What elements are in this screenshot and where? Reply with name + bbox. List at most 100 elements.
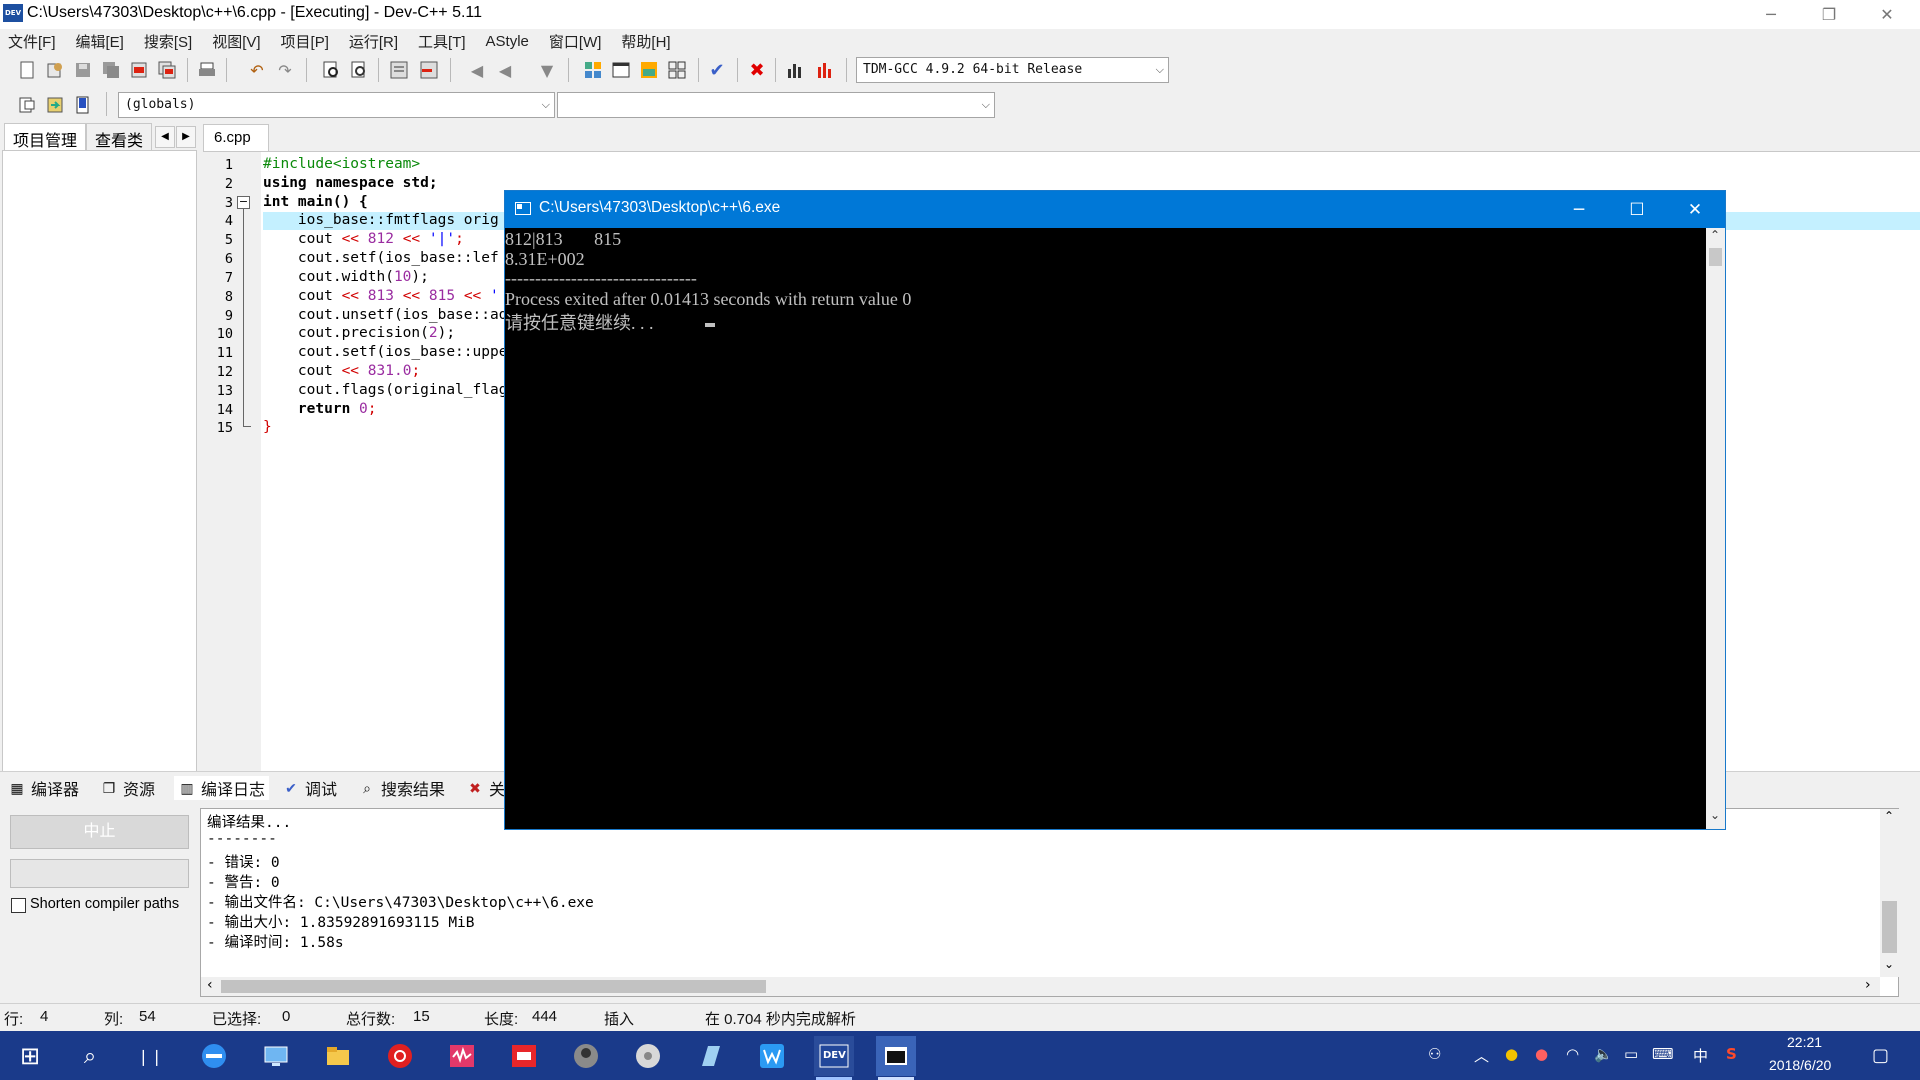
notes-icon[interactable] <box>690 1036 730 1076</box>
restore-button[interactable]: ❐ <box>1800 0 1858 29</box>
console-scrollbar[interactable]: ⌃ ⌄ <box>1706 228 1725 829</box>
save-icon[interactable] <box>72 59 94 81</box>
insert-icon[interactable] <box>16 94 38 116</box>
console-close-button[interactable]: ✕ <box>1666 191 1724 228</box>
log-vertical-scrollbar[interactable]: ⌃ ⌄ <box>1880 809 1899 977</box>
stop-execution-icon[interactable]: ✖ <box>746 59 768 81</box>
project-tree[interactable] <box>2 150 197 772</box>
syntax-check-icon[interactable]: ✔ <box>706 59 728 81</box>
ime-indicator[interactable]: 中 <box>1693 1045 1708 1066</box>
menu-tools[interactable]: 工具[T] <box>418 31 466 52</box>
tab-project-manager[interactable]: 项目管理 <box>4 123 87 151</box>
word-icon[interactable] <box>752 1036 792 1076</box>
chart-icon[interactable] <box>784 59 806 81</box>
menu-view[interactable]: 视图[V] <box>212 31 260 52</box>
tab-compiler[interactable]: ▦ 编译器 <box>8 776 79 800</box>
minimize-button[interactable]: ─ <box>1742 0 1800 29</box>
console-minimize-button[interactable]: ─ <box>1550 191 1608 228</box>
edge-icon[interactable] <box>194 1036 234 1076</box>
console-maximize-button[interactable]: ☐ <box>1608 191 1666 228</box>
log-vertical-scroll-thumb[interactable] <box>1882 901 1897 953</box>
tab-class-browser[interactable]: 查看类 <box>86 123 153 151</box>
tab-close[interactable]: ✖ 关 <box>466 776 505 800</box>
folder-icon[interactable] <box>318 1036 358 1076</box>
menu-astyle[interactable]: AStyle <box>486 33 529 50</box>
new-file-icon[interactable] <box>16 59 38 81</box>
show-hidden-icons-chevron-icon[interactable]: ︿ <box>1474 1045 1489 1066</box>
scroll-down-icon[interactable]: ⌄ <box>1710 808 1720 822</box>
battery-icon[interactable]: ▭ <box>1624 1045 1638 1063</box>
function-select[interactable]: ⌵ <box>557 92 995 118</box>
scope-select[interactable]: (globals) ⌵ <box>118 92 555 118</box>
log-horizontal-scrollbar[interactable]: ‹ › <box>201 977 1880 996</box>
goto-bookmark-icon[interactable] <box>72 94 94 116</box>
people-icon[interactable]: ⚇ <box>1428 1045 1441 1063</box>
toggle-bookmark-icon[interactable] <box>44 94 66 116</box>
audio-editor-icon[interactable] <box>442 1036 482 1076</box>
scroll-left-icon[interactable]: ‹ <box>207 977 213 993</box>
profile-icon[interactable] <box>814 59 836 81</box>
bookmark-forward-icon[interactable]: ◀ <box>494 59 516 81</box>
fold-toggle-icon[interactable]: − <box>237 196 250 209</box>
qq-secondary-icon[interactable]: ● <box>1535 1045 1548 1063</box>
computer-icon[interactable] <box>256 1036 296 1076</box>
scroll-up-icon[interactable]: ⌃ <box>1884 809 1894 823</box>
window-icon[interactable] <box>610 59 632 81</box>
menu-run[interactable]: 运行[R] <box>349 31 398 52</box>
clock-time[interactable]: 22:21 <box>1787 1034 1822 1050</box>
compiler-select[interactable]: TDM-GCC 4.9.2 64-bit Release ⌵ <box>856 57 1169 83</box>
project-new-icon[interactable] <box>582 59 604 81</box>
search-icon[interactable]: ⌕ <box>70 1036 110 1076</box>
keyboard-icon[interactable]: ⌨ <box>1652 1045 1674 1063</box>
close-all-icon[interactable] <box>156 59 178 81</box>
console-icon[interactable] <box>876 1036 916 1076</box>
tab-resources[interactable]: ❐ 资源 <box>100 776 155 800</box>
wifi-icon[interactable]: ◠ <box>1566 1045 1579 1063</box>
log-horizontal-scroll-thumb[interactable] <box>221 980 766 993</box>
bookmark-back-icon[interactable]: ◀ <box>466 59 488 81</box>
tab-scroll-right-button[interactable]: ▶ <box>176 126 196 148</box>
start-button-icon[interactable]: ⊞ <box>10 1036 50 1076</box>
grid-icon[interactable] <box>666 59 688 81</box>
netease-music-icon[interactable] <box>380 1036 420 1076</box>
close-button[interactable]: ✕ <box>1858 0 1916 29</box>
shorten-compiler-paths-checkbox[interactable] <box>11 898 26 913</box>
task-view-icon[interactable]: ❘❘ <box>130 1036 170 1076</box>
tab-scroll-left-button[interactable]: ◀ <box>155 126 175 148</box>
menu-window[interactable]: 窗口[W] <box>549 31 602 52</box>
avatar-icon[interactable] <box>566 1036 606 1076</box>
close-file-icon[interactable] <box>128 59 150 81</box>
undo-icon[interactable]: ↶ <box>246 59 268 81</box>
replace-icon[interactable] <box>348 59 370 81</box>
menu-file[interactable]: 文件[F] <box>8 31 56 52</box>
redo-icon[interactable]: ↷ <box>274 59 296 81</box>
find-icon[interactable] <box>320 59 342 81</box>
layout-icon[interactable] <box>638 59 660 81</box>
menu-edit[interactable]: 编辑[E] <box>76 31 124 52</box>
open-file-icon[interactable] <box>44 59 66 81</box>
tab-debug[interactable]: ✔ 调试 <box>282 776 337 800</box>
indent-icon[interactable] <box>388 59 410 81</box>
clock-date[interactable]: 2018/6/20 <box>1769 1057 1831 1073</box>
abort-compilation-button[interactable]: 中止 <box>10 815 189 849</box>
qq-icon[interactable]: ● <box>1505 1045 1518 1063</box>
print-icon[interactable] <box>196 59 218 81</box>
scroll-up-icon[interactable]: ⌃ <box>1710 228 1720 242</box>
volume-icon[interactable]: 🔈 <box>1594 1045 1613 1063</box>
devcpp-icon[interactable]: DEV <box>814 1036 854 1076</box>
save-all-icon[interactable] <box>100 59 122 81</box>
disc-icon[interactable] <box>628 1036 668 1076</box>
notification-center-icon[interactable]: ▢ <box>1872 1045 1889 1066</box>
tab-6cpp[interactable]: 6.cpp <box>203 124 269 151</box>
youdao-icon[interactable] <box>504 1036 544 1076</box>
scroll-down-icon[interactable]: ⌄ <box>1884 957 1894 971</box>
unindent-icon[interactable] <box>418 59 440 81</box>
sogou-ime-icon[interactable]: S <box>1726 1045 1737 1063</box>
menu-help[interactable]: 帮助[H] <box>621 31 670 52</box>
console-scroll-thumb[interactable] <box>1709 248 1722 266</box>
scroll-right-icon[interactable]: › <box>1865 977 1871 993</box>
tab-search-results[interactable]: ⌕ 搜索结果 <box>358 776 445 800</box>
goto-line-icon[interactable]: ▼ <box>536 59 558 81</box>
menu-project[interactable]: 项目[P] <box>281 31 329 52</box>
menu-search[interactable]: 搜索[S] <box>144 31 192 52</box>
